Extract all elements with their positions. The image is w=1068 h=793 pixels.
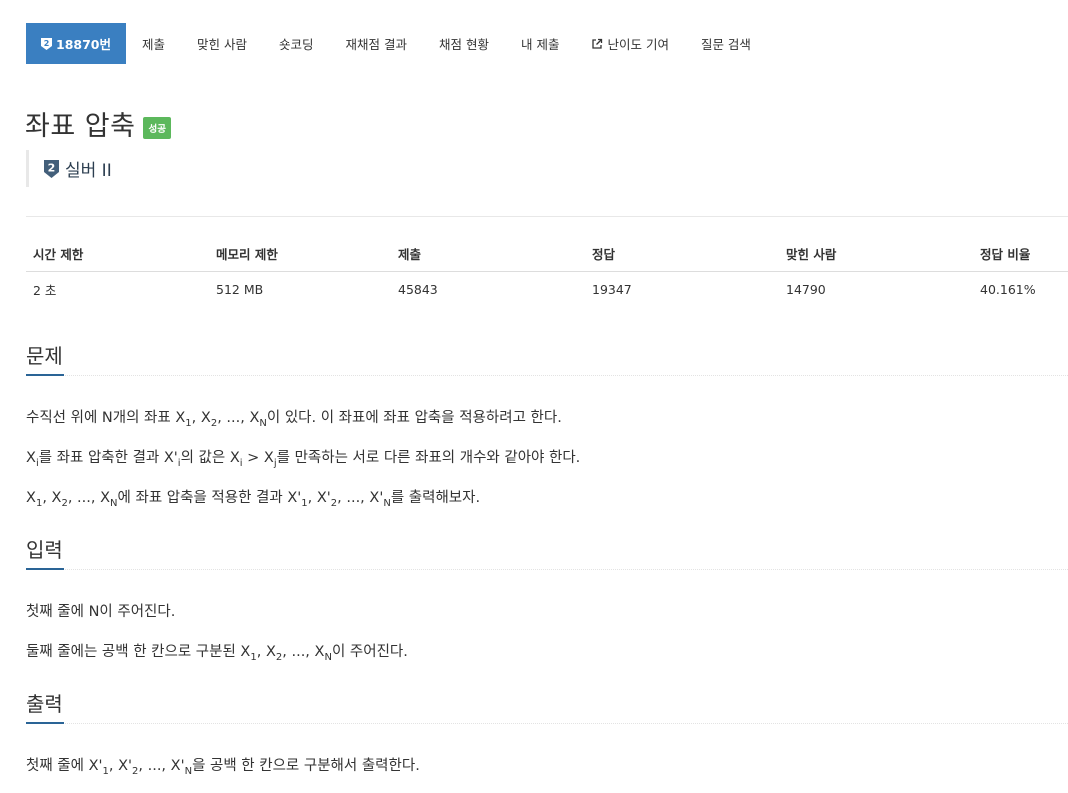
value-accept-ratio: 40.161% [980, 282, 1036, 297]
tab-label: 제출 [142, 37, 166, 52]
silver-2-badge-icon: 2 [44, 159, 59, 178]
header-submissions: 제출 [398, 247, 422, 262]
problem-title: 좌표 압축 [25, 111, 136, 142]
tab-label: 숏코딩 [279, 37, 314, 52]
tab-problem-number[interactable]: 2 18870번 [26, 23, 126, 64]
header-memory-limit: 메모리 제한 [216, 247, 278, 262]
section-divider [26, 723, 1068, 724]
tab-label: 18870번 [56, 37, 111, 52]
tier-block: 2 실버 II [26, 150, 112, 187]
value-accepted: 19347 [592, 282, 632, 297]
section-title-problem: 문제 [26, 344, 63, 368]
external-link-icon [592, 38, 603, 49]
problem-page: 2 18870번 제출 맞힌 사람 숏코딩 재채점 결과 채점 현황 내 제출 … [0, 0, 1068, 793]
status-badge: 성공 [143, 116, 171, 139]
section-accent [26, 722, 64, 724]
problem-menu-tabs: 2 18870번 제출 맞힌 사람 숏코딩 재채점 결과 채점 현황 내 제출 … [26, 23, 767, 64]
tab-judge-status[interactable]: 채점 현황 [423, 23, 505, 64]
value-time-limit: 2 초 [33, 283, 57, 298]
input-paragraph-2: 둘째 줄에는 공백 한 칸으로 구분된 X1, X2, ..., XN이 주어진… [26, 644, 408, 663]
section-accent [26, 374, 64, 376]
problem-paragraph-3: X1, X2, ..., XN에 좌표 압축을 적용한 결과 X'1, X'2,… [26, 490, 481, 509]
input-paragraph-1: 첫째 줄에 N이 주어진다. [26, 604, 176, 620]
tab-difficulty-contribution[interactable]: 난이도 기여 [575, 23, 684, 64]
tab-label: 채점 현황 [439, 37, 489, 52]
table-row: 2 초 512 MB 45843 19347 14790 40.161% [26, 272, 1068, 307]
tab-solved-users[interactable]: 맞힌 사람 [181, 23, 263, 64]
svg-text:2: 2 [48, 161, 56, 174]
tab-rejudge-results[interactable]: 재채점 결과 [330, 23, 423, 64]
tab-label: 재채점 결과 [345, 37, 407, 52]
section-divider [26, 375, 1068, 376]
svg-text:2: 2 [44, 39, 50, 48]
tab-short-coding[interactable]: 숏코딩 [263, 23, 330, 64]
section-accent [26, 568, 64, 570]
problem-paragraph-2: Xi를 좌표 압축한 결과 X'i의 값은 Xi > Xj를 만족하는 서로 다… [26, 450, 581, 469]
header-accepted: 정답 [592, 247, 616, 262]
value-solved-users: 14790 [786, 282, 826, 297]
header-time-limit: 시간 제한 [33, 247, 84, 262]
section-title-input: 입력 [26, 538, 63, 562]
problem-paragraph-1: 수직선 위에 N개의 좌표 X1, X2, ..., XN이 있다. 이 좌표에… [26, 410, 562, 429]
tab-label: 내 제출 [520, 37, 560, 52]
divider [26, 216, 1068, 217]
tab-question-search[interactable]: 질문 검색 [685, 23, 767, 64]
problem-info-table: 시간 제한 메모리 제한 제출 정답 맞힌 사람 정답 비율 2 초 512 M… [26, 236, 1068, 307]
table-header-row: 시간 제한 메모리 제한 제출 정답 맞힌 사람 정답 비율 [26, 236, 1068, 272]
tab-submit[interactable]: 제출 [126, 23, 181, 64]
section-divider [26, 569, 1068, 570]
value-submissions: 45843 [398, 282, 438, 297]
section-title-output: 출력 [26, 692, 63, 716]
problem-title-row: 좌표 압축 성공 [25, 104, 171, 143]
tier-label[interactable]: 실버 II [65, 156, 112, 181]
tab-label: 질문 검색 [700, 37, 751, 52]
tab-label: 난이도 기여 [607, 37, 669, 52]
tab-my-submissions[interactable]: 내 제출 [505, 23, 575, 64]
header-solved-users: 맞힌 사람 [786, 247, 837, 262]
output-paragraph-1: 첫째 줄에 X'1, X'2, ..., X'N을 공백 한 칸으로 구분해서 … [26, 758, 420, 777]
header-accept-ratio: 정답 비율 [980, 247, 1031, 262]
tab-label: 맞힌 사람 [197, 37, 247, 52]
silver-tier-badge-icon: 2 [41, 37, 52, 50]
value-memory-limit: 512 MB [216, 282, 264, 297]
